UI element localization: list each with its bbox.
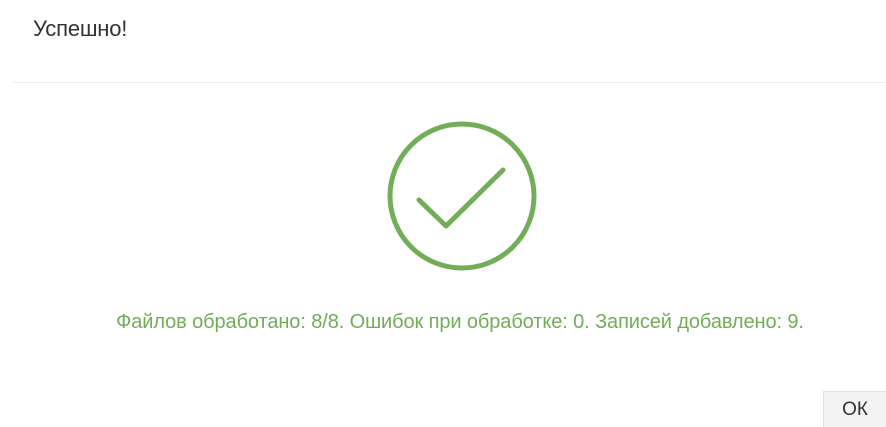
dialog-title: Успешно! [33, 16, 128, 41]
status-message: Файлов обработано: 8/8. Ошибок при обраб… [116, 311, 804, 333]
success-dialog: Успешно! Файлов обработано: 8/8. Ошибок … [0, 0, 886, 427]
checkmark-circle-icon [387, 121, 537, 271]
dialog-header: Успешно! [0, 0, 886, 82]
header-divider [12, 82, 886, 83]
ok-button[interactable]: ОК [823, 391, 886, 427]
